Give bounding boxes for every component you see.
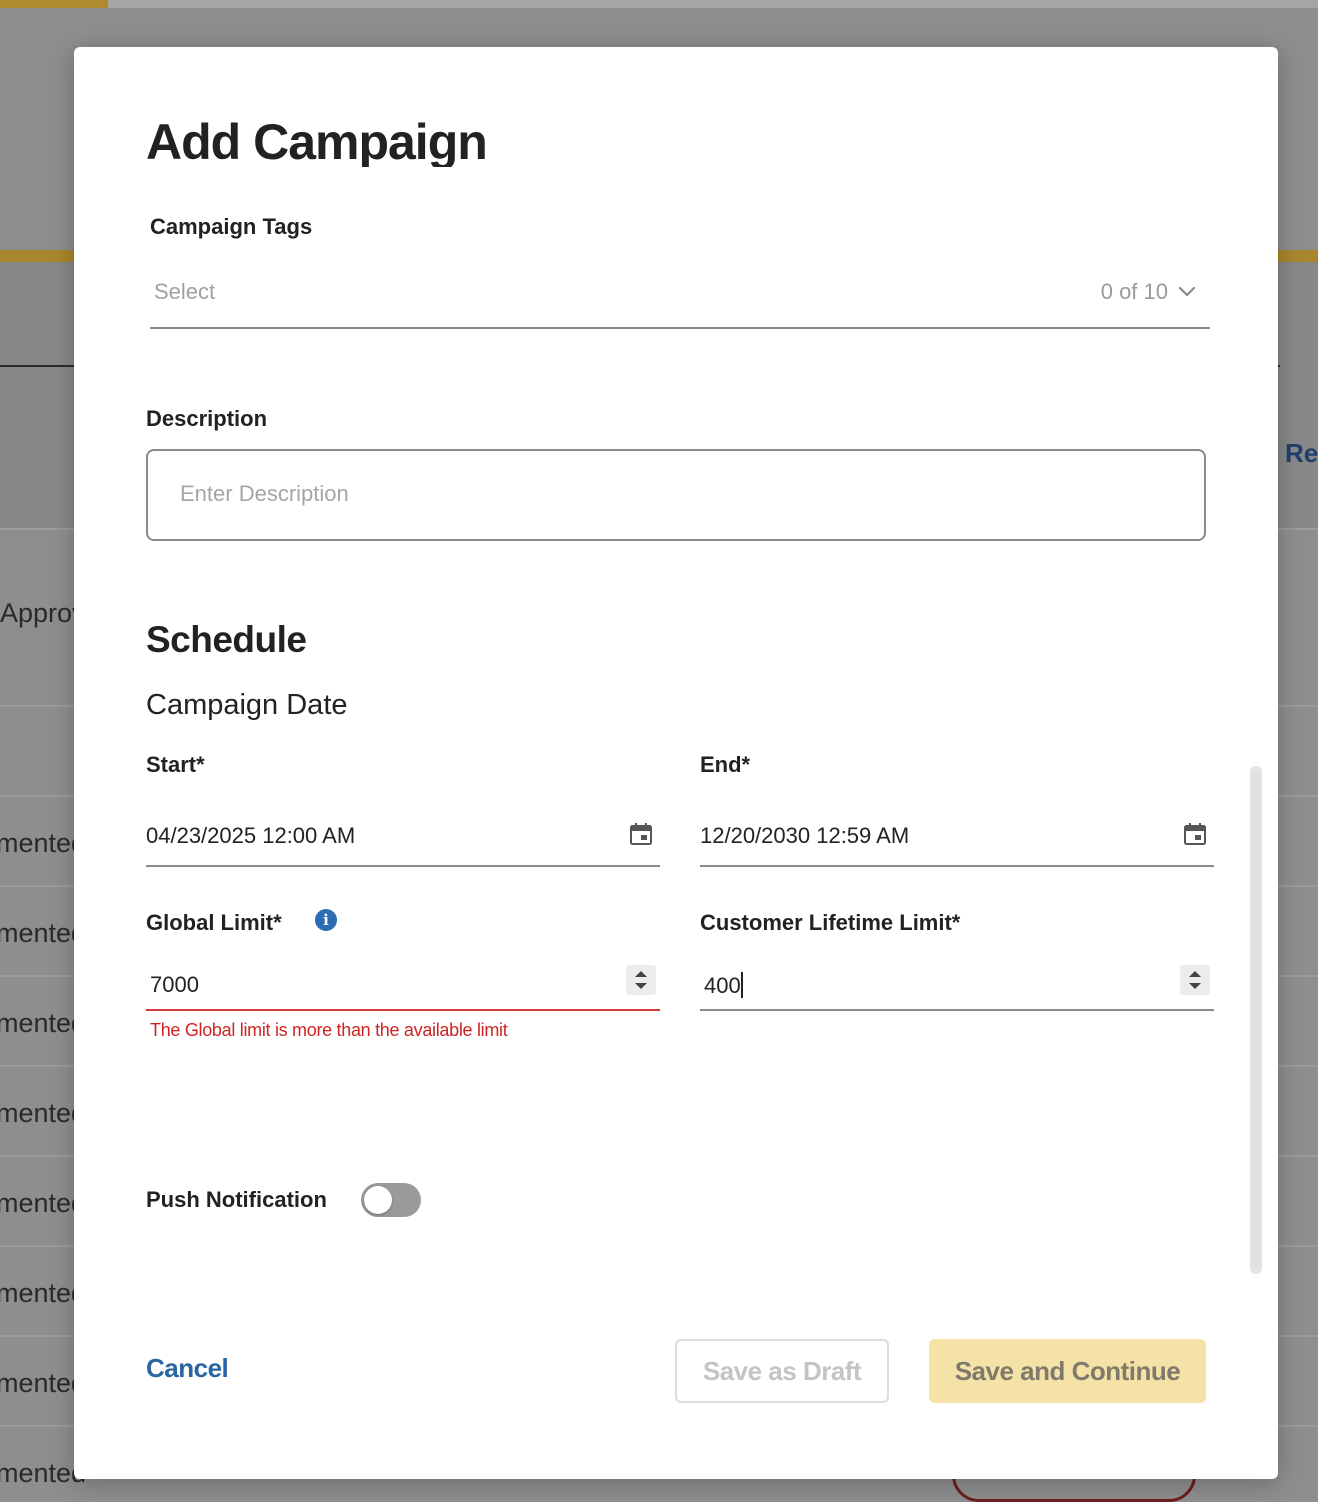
customer-lifetime-limit-stepper[interactable] — [1180, 965, 1210, 995]
campaign-tags-label: Campaign Tags — [150, 214, 313, 239]
modal-title: Add Campaign — [146, 114, 487, 167]
background-link: Re — [1285, 438, 1318, 468]
campaign-tags-select[interactable]: Select 0 of 10 — [150, 269, 1210, 329]
end-date-value: 12/20/2030 12:59 AM — [700, 823, 910, 848]
modal-scrollbar[interactable] — [1250, 766, 1262, 1274]
global-limit-stepper[interactable] — [626, 965, 656, 995]
start-date-field[interactable]: 04/23/2025 12:00 AM — [146, 803, 660, 867]
customer-lifetime-limit-label: Customer Lifetime Limit* — [700, 910, 961, 935]
global-limit-value: 7000 — [150, 972, 199, 997]
global-limit-error: The Global limit is more than the availa… — [150, 1020, 508, 1040]
schedule-heading: Schedule — [146, 619, 307, 660]
push-notification-toggle[interactable] — [361, 1183, 421, 1217]
campaign-tags-placeholder: Select — [154, 279, 216, 304]
campaign-tags-count: 0 of 10 — [1100, 279, 1168, 304]
customer-lifetime-limit-value-wrap: 400 — [704, 972, 743, 999]
background-top-bar — [0, 0, 1318, 8]
background-top-accent — [0, 0, 108, 8]
global-limit-label: Global Limit* — [146, 910, 282, 935]
calendar-icon[interactable] — [628, 821, 654, 847]
chevron-down-icon — [1178, 286, 1196, 297]
stepper-arrows-icon — [635, 971, 647, 989]
end-date-field[interactable]: 12/20/2030 12:59 AM — [700, 803, 1214, 867]
toggle-knob — [364, 1186, 392, 1214]
start-date-value: 04/23/2025 12:00 AM — [146, 823, 356, 848]
info-icon[interactable]: i — [315, 909, 337, 931]
global-limit-input[interactable]: 7000 — [146, 953, 660, 1011]
text-cursor — [740, 972, 743, 998]
save-as-draft-button[interactable]: Save as Draft — [675, 1339, 889, 1403]
customer-lifetime-limit-input[interactable]: 400 — [700, 953, 1214, 1011]
push-notification-label: Push Notification — [146, 1187, 327, 1212]
description-field[interactable] — [146, 449, 1206, 541]
stepper-arrows-icon — [1189, 971, 1201, 989]
background-cell: Approv — [0, 598, 86, 628]
customer-lifetime-limit-value: 400 — [704, 973, 741, 998]
calendar-icon[interactable] — [1182, 821, 1208, 847]
campaign-date-heading: Campaign Date — [146, 689, 348, 721]
description-input[interactable] — [180, 481, 1170, 507]
description-label: Description — [146, 406, 268, 431]
cancel-button[interactable]: Cancel — [146, 1353, 229, 1384]
end-date-label: End* — [700, 752, 751, 777]
add-campaign-modal: Add Campaign Campaign Tags Select 0 of 1… — [74, 47, 1278, 1479]
save-and-continue-button[interactable]: Save and Continue — [929, 1339, 1206, 1403]
start-date-label: Start* — [146, 752, 205, 777]
